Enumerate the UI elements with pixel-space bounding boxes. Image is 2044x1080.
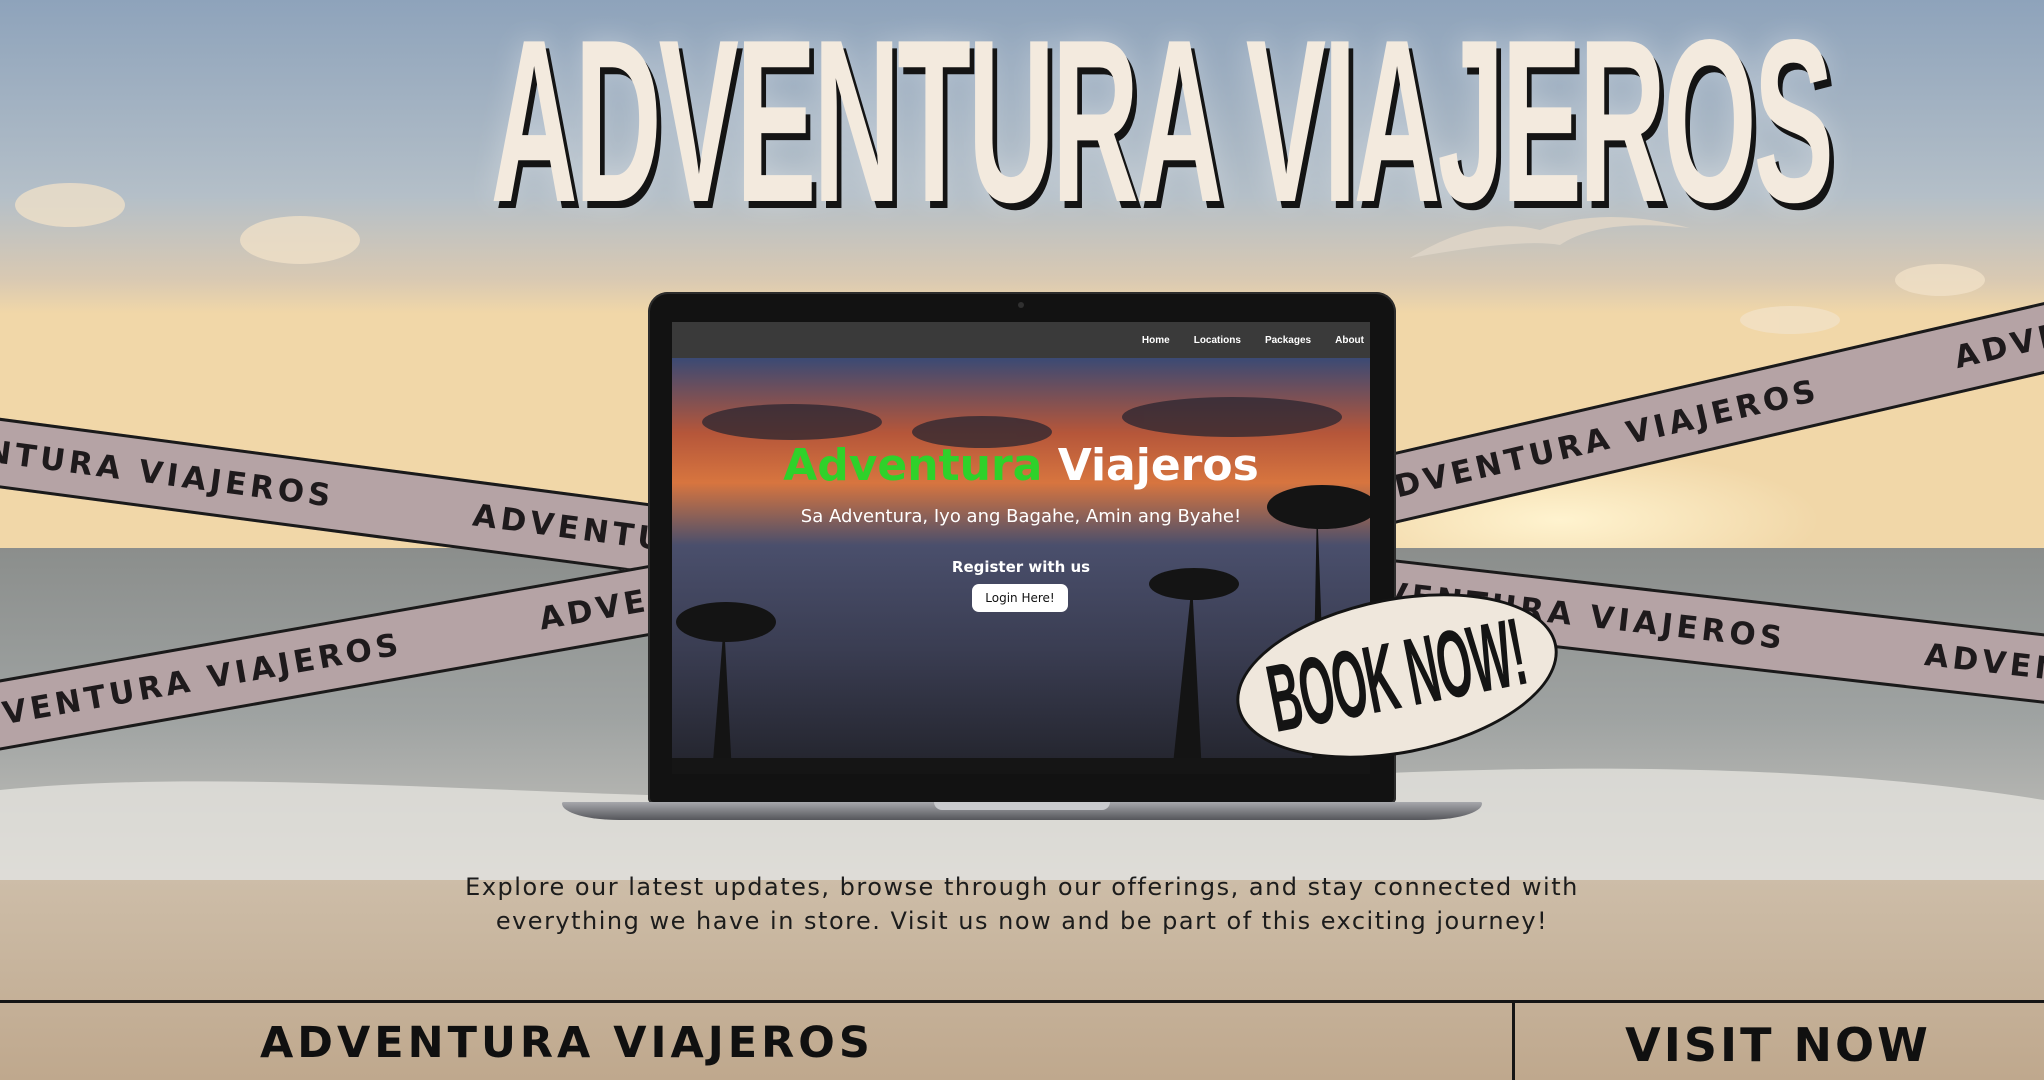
- login-button[interactable]: Login Here!: [972, 584, 1068, 612]
- footer-divider: [0, 1000, 2044, 1003]
- site-tagline: Sa Adventura, Iyo ang Bagahe, Amin ang B…: [800, 506, 1242, 527]
- nav-about[interactable]: About: [1335, 335, 1364, 346]
- visit-now-button[interactable]: VISIT NOW: [1512, 1018, 2044, 1072]
- camera-dot: [1018, 302, 1024, 308]
- nav-packages[interactable]: Packages: [1265, 335, 1311, 346]
- laptop-base: [562, 802, 1482, 820]
- nav-locations[interactable]: Locations: [1194, 335, 1241, 346]
- site-title: Adventura Viajeros: [672, 440, 1370, 491]
- site-title-part2: Viajeros: [1057, 440, 1259, 491]
- footer-brand: ADVENTURA VIAJEROS: [260, 1018, 874, 1068]
- laptop-notch: [934, 802, 1110, 810]
- site-title-part1: Adventura: [783, 440, 1043, 491]
- brand-headline: ADVENTURA VIAJEROS: [490, 0, 1834, 251]
- nav-home[interactable]: Home: [1142, 335, 1170, 346]
- description-text: Explore our latest updates, browse throu…: [465, 873, 1579, 935]
- register-link[interactable]: Register with us: [672, 558, 1370, 576]
- site-navbar: Home Locations Packages About: [672, 322, 1370, 358]
